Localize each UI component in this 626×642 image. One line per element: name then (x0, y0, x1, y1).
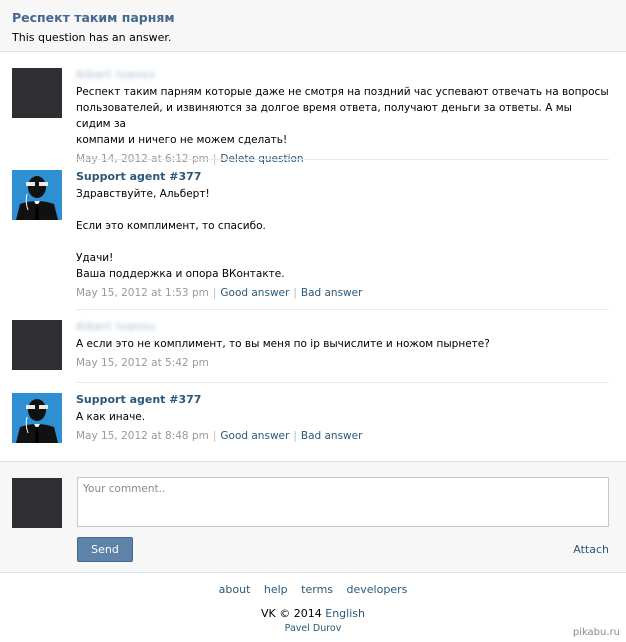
agent-silhouette-icon (12, 170, 62, 220)
agent-avatar[interactable] (12, 393, 62, 443)
comment-input[interactable] (77, 477, 609, 527)
agent-avatar[interactable] (12, 170, 62, 220)
good-answer-link[interactable]: Good answer (220, 430, 289, 442)
comment-composer: Send Attach (0, 461, 626, 573)
bad-answer-link[interactable]: Bad answer (301, 287, 363, 299)
divider (76, 309, 609, 310)
footer-link-about[interactable]: about (219, 583, 251, 596)
message-meta: May 15, 2012 at 1:53 pm | Good answer | Bad … (76, 287, 363, 299)
question-title: Респект таким парням (12, 10, 175, 25)
language-link[interactable]: English (325, 607, 365, 620)
good-answer-link[interactable]: Good answer (220, 287, 289, 299)
author-name[interactable]: Albert Ivanov (76, 320, 609, 336)
question-header: Респект таким парням This question has a… (0, 0, 626, 52)
message-date: May 15, 2012 at 8:48 pm (76, 430, 209, 442)
footer-links: about help terms developers (0, 583, 626, 596)
copyright-text: VK © 2014 (261, 607, 322, 620)
send-button[interactable]: Send (77, 537, 133, 562)
message-text: Респект таким парням которые даже не смо… (76, 86, 609, 146)
copyright: VK © 2014 English (0, 607, 626, 620)
message-text: Здравствуйте, Альберт! Если это комплиме… (76, 188, 285, 280)
footer-link-developers[interactable]: developers (347, 583, 408, 596)
message-meta: May 15, 2012 at 8:48 pm | Good answer | Bad … (76, 430, 363, 442)
author-name[interactable]: Support agent #377 (76, 170, 609, 186)
watermark: pikabu.ru (572, 627, 620, 638)
divider (76, 159, 609, 160)
user-avatar[interactable] (12, 68, 62, 118)
attach-link[interactable]: Attach (573, 543, 609, 556)
agent-silhouette-icon (12, 393, 62, 443)
current-user-avatar (12, 478, 62, 528)
message-meta: May 15, 2012 at 5:42 pm (76, 356, 609, 370)
message-date: May 15, 2012 at 5:42 pm (76, 357, 209, 369)
founder-link[interactable]: Pavel Durov (0, 623, 626, 634)
footer: about help terms developers VK © 2014 En… (0, 574, 626, 642)
message-text: А если это не комплимент, то вы меня по … (76, 338, 490, 350)
divider (76, 382, 609, 383)
footer-link-terms[interactable]: terms (301, 583, 333, 596)
author-name[interactable]: Support agent #377 (76, 393, 609, 409)
footer-link-help[interactable]: help (264, 583, 288, 596)
message-date: May 15, 2012 at 1:53 pm (76, 287, 209, 299)
message-text: А как иначе. (76, 411, 146, 423)
bad-answer-link[interactable]: Bad answer (301, 430, 363, 442)
author-name[interactable]: Albert Ivanov (76, 68, 609, 84)
user-avatar[interactable] (12, 320, 62, 370)
question-status: This question has an answer. (12, 31, 172, 44)
